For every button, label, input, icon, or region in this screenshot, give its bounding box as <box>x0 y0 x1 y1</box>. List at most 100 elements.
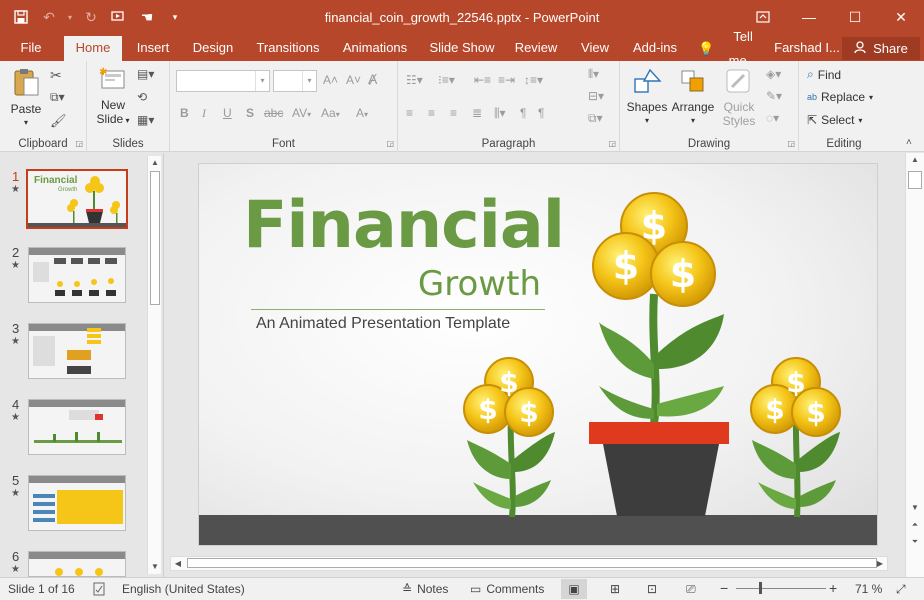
notes-button[interactable]: ≙ Notes <box>402 582 448 596</box>
money-plants-illustration[interactable]: $ $ $ $ $ $ $ $ $ <box>199 164 878 546</box>
align-right-icon[interactable]: ≡ <box>450 106 457 120</box>
font-size-combo[interactable]: ▾ <box>273 70 317 92</box>
tab-review[interactable]: Review <box>510 36 562 61</box>
shadow-button[interactable]: S <box>246 106 254 120</box>
collapse-ribbon-icon[interactable]: ˄ <box>906 137 912 148</box>
layout-icon[interactable]: ▤▾ <box>137 67 154 81</box>
font-color-button[interactable]: A▾ <box>356 106 368 120</box>
slide-thumbnail-5[interactable]: 5 ★ <box>0 473 150 543</box>
close-icon[interactable]: ✕ <box>878 0 924 34</box>
slide-thumbnail-4[interactable]: 4 ★ <box>0 397 150 467</box>
copy-icon[interactable]: ⧉▾ <box>50 90 65 105</box>
comments-button[interactable]: ▭ Comments <box>470 582 544 596</box>
shape-effects-icon[interactable]: ◌▾ <box>766 111 779 125</box>
font-name-combo[interactable]: ▾ <box>176 70 270 92</box>
clipboard-launcher-icon[interactable]: ◲ <box>75 139 83 148</box>
slide-sorter-icon[interactable]: ⊞ <box>610 582 620 596</box>
quick-styles-button[interactable]: Quick Styles <box>718 67 760 128</box>
fit-to-window-icon[interactable]: ⤢ <box>896 582 906 597</box>
zoom-in-icon[interactable]: + <box>829 580 837 596</box>
tab-insert[interactable]: Insert <box>130 36 176 61</box>
shape-fill-icon[interactable]: ◈▾ <box>766 67 781 81</box>
tell-me-box[interactable]: 💡 Tell me... <box>698 29 768 68</box>
maximize-icon[interactable]: ☐ <box>832 0 878 34</box>
zoom-out-icon[interactable]: − <box>720 580 728 596</box>
language-indicator[interactable]: English (United States) <box>122 582 245 596</box>
strikethrough-button[interactable]: abc <box>264 106 283 120</box>
bullets-icon[interactable]: ☷▾ <box>406 73 423 87</box>
tab-transitions[interactable]: Transitions <box>250 36 326 61</box>
thumbnail-scrollbar[interactable]: ▲ ▼ <box>147 156 161 574</box>
spelling-icon[interactable] <box>92 582 106 596</box>
drawing-launcher-icon[interactable]: ◲ <box>787 139 795 148</box>
text-direction-icon[interactable]: ⫴▾ <box>588 67 599 82</box>
scroll-down-icon[interactable]: ▼ <box>148 560 162 574</box>
normal-view-button[interactable]: ▣ <box>561 579 587 599</box>
scrollbar-thumb[interactable] <box>908 171 922 189</box>
bold-button[interactable]: B <box>180 106 189 120</box>
zoom-slider-thumb[interactable] <box>759 582 762 594</box>
cut-icon[interactable]: ✂ <box>50 67 62 84</box>
new-slide-button[interactable]: ✱ New Slide ▾ <box>93 65 133 128</box>
paragraph-launcher-icon[interactable]: ◲ <box>608 139 616 148</box>
numbering-icon[interactable]: ⁝≡▾ <box>438 73 455 87</box>
tab-home[interactable]: Home <box>64 36 122 61</box>
format-painter-icon[interactable]: 🖌 <box>50 113 67 129</box>
decrease-indent-icon[interactable]: ⇤≡ <box>474 73 491 87</box>
tab-design[interactable]: Design <box>186 36 240 61</box>
italic-button[interactable]: I <box>202 106 206 121</box>
decrease-font-icon[interactable]: A˅ <box>346 73 361 87</box>
align-center-icon[interactable]: ≡ <box>428 106 435 120</box>
find-button[interactable]: ⌕ Find <box>807 67 841 82</box>
arrange-button[interactable]: Arrange ▾ <box>670 67 716 128</box>
next-slide-icon[interactable]: ⏷ <box>908 537 922 551</box>
line-spacing-icon[interactable]: ↕≡▾ <box>524 73 543 87</box>
reading-view-icon[interactable]: ⊡ <box>647 582 657 596</box>
slide-thumbnail-1[interactable]: 1 ★ Financial Growth <box>0 169 150 239</box>
tab-file[interactable]: File <box>10 36 52 61</box>
underline-button[interactable]: U <box>223 106 232 120</box>
align-text-icon[interactable]: ⊟▾ <box>588 89 604 103</box>
ltr-icon[interactable]: ¶ <box>520 106 526 120</box>
previous-slide-icon[interactable]: ⏶ <box>908 520 922 534</box>
horizontal-scrollbar[interactable]: ◀ ▶ <box>170 556 888 571</box>
section-icon[interactable]: ▦▾ <box>137 113 154 127</box>
scroll-up-icon[interactable]: ▲ <box>908 155 922 169</box>
slide-canvas[interactable]: Financial Growth An Animated Presentatio… <box>198 163 878 546</box>
columns-icon[interactable]: ⫼▾ <box>494 106 506 121</box>
scrollbar-thumb[interactable] <box>150 171 160 305</box>
zoom-level[interactable]: 71 % <box>855 582 882 596</box>
rtl-icon[interactable]: ¶ <box>538 106 544 120</box>
justify-icon[interactable]: ≣ <box>472 106 482 120</box>
scroll-left-icon[interactable]: ◀ <box>171 557 185 570</box>
tab-animations[interactable]: Animations <box>336 36 414 61</box>
scroll-right-icon[interactable]: ▶ <box>873 557 887 570</box>
increase-indent-icon[interactable]: ≡⇥ <box>498 73 515 87</box>
change-case-button[interactable]: Aa▾ <box>321 106 340 120</box>
increase-font-icon[interactable]: A˄ <box>323 73 338 87</box>
tab-view[interactable]: View <box>572 36 618 61</box>
scroll-up-icon[interactable]: ▲ <box>148 156 162 170</box>
align-left-icon[interactable]: ≡ <box>406 106 413 120</box>
slide-thumbnail-2[interactable]: 2 ★ <box>0 245 150 315</box>
vertical-scrollbar[interactable]: ▲ ▼ ⏶ ⏷ <box>905 153 924 577</box>
smartart-icon[interactable]: ⧉▾ <box>588 111 603 126</box>
shapes-button[interactable]: Shapes ▾ <box>626 67 668 128</box>
zoom-slider[interactable] <box>736 588 826 589</box>
select-button[interactable]: ⇱ Select ▾ <box>807 113 862 127</box>
slide-show-icon[interactable]: ⎚ <box>686 582 696 597</box>
scroll-down-icon[interactable]: ▼ <box>908 503 922 517</box>
paste-button[interactable]: Paste ▾ <box>8 67 44 130</box>
tab-add-ins[interactable]: Add-ins <box>626 36 684 61</box>
user-account[interactable]: Farshad I... <box>772 36 842 61</box>
minimize-icon[interactable]: — <box>786 0 832 34</box>
scrollbar-thumb[interactable] <box>187 558 877 568</box>
shape-outline-icon[interactable]: ✎▾ <box>766 89 782 103</box>
slide-thumbnail-3[interactable]: 3 ★ <box>0 321 150 391</box>
reset-icon[interactable]: ⟲ <box>137 90 147 104</box>
clear-format-icon[interactable]: Ⱥ <box>368 71 377 87</box>
replace-button[interactable]: ab Replace ▾ <box>807 90 873 104</box>
char-spacing-button[interactable]: AV▾ <box>292 106 311 120</box>
tab-slide-show[interactable]: Slide Show <box>424 36 500 61</box>
share-button[interactable]: Share <box>842 37 920 60</box>
